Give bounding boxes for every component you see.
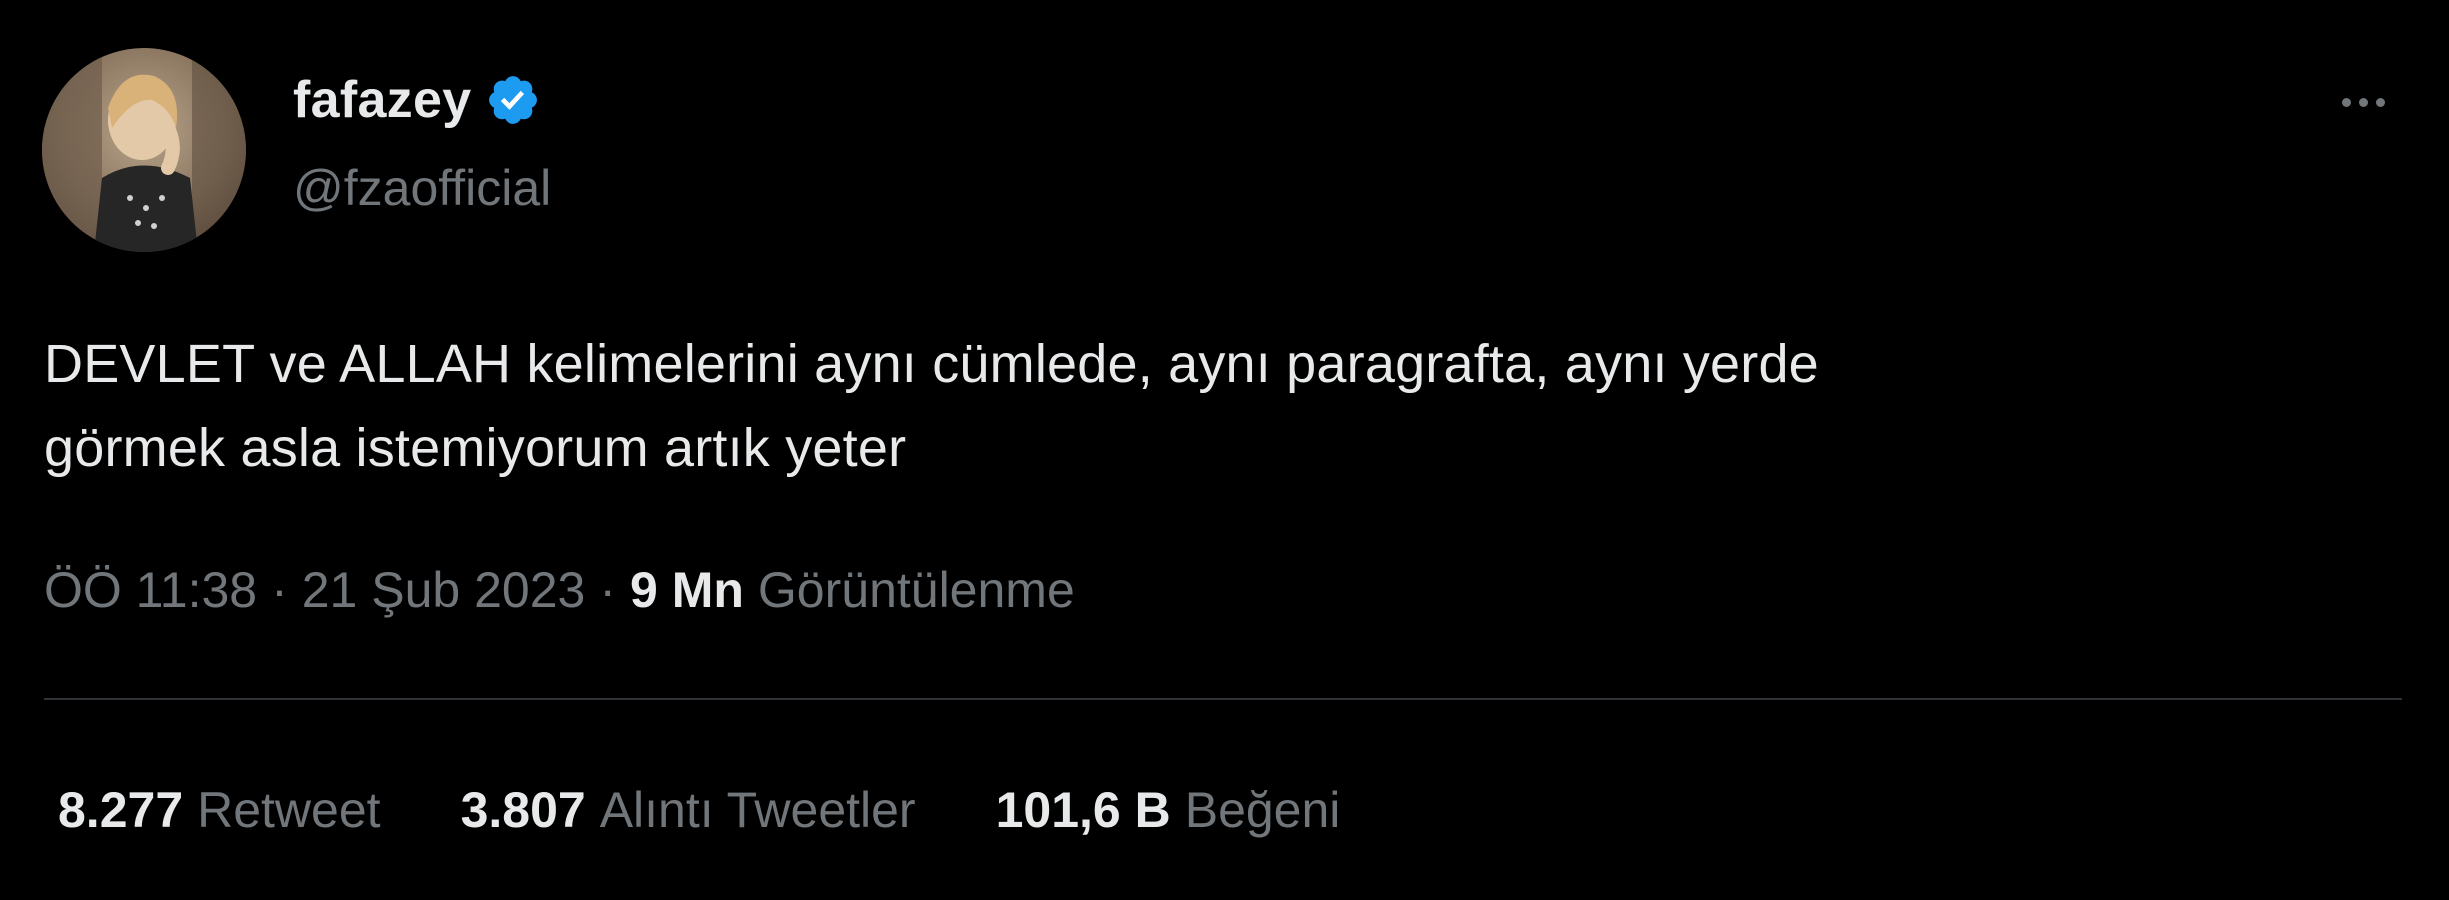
quote-tweet-label: Alıntı Tweetler [599, 782, 916, 838]
tweet-meta: ÖÖ 11:38 · 21 Şub 2023 · 9 Mn Görüntülen… [44, 555, 1075, 625]
views-label: Görüntülenme [757, 562, 1075, 618]
like-count: 101,6 B [995, 782, 1171, 838]
retweet-label: Retweet [197, 782, 381, 838]
tweet-date[interactable]: 21 Şub 2023 [302, 561, 586, 619]
meta-separator: · [271, 562, 288, 618]
engagement-stats: 8.277 Retweet 3.807 Alıntı Tweetler 101,… [58, 775, 1420, 845]
views-count: 9 Mn [630, 562, 744, 618]
more-horizontal-icon [2338, 97, 2389, 107]
tweet-card: fafazey @fzaofficial DEVLET ve ALLAH kel… [0, 0, 2449, 900]
meta-separator: · [599, 562, 616, 618]
tweet-text: DEVLET ve ALLAH kelimelerini aynı cümled… [44, 334, 1819, 478]
verified-badge-icon [485, 72, 541, 128]
retweet-count: 8.277 [58, 782, 184, 838]
avatar[interactable] [42, 48, 246, 252]
divider [44, 698, 2402, 700]
avatar-image [42, 48, 246, 252]
quote-tweets-stat[interactable]: 3.807 Alıntı Tweetler [461, 781, 916, 839]
likes-stat[interactable]: 101,6 B Beğeni [996, 781, 1341, 839]
author-name-row: fafazey [293, 70, 541, 130]
like-label: Beğeni [1184, 782, 1341, 838]
quote-tweet-count: 3.807 [460, 782, 586, 838]
tweet-time[interactable]: ÖÖ 11:38 [44, 561, 257, 619]
display-name[interactable]: fafazey [293, 70, 471, 130]
author-handle[interactable]: @fzaofficial [293, 158, 551, 218]
more-options-button[interactable] [2318, 74, 2408, 130]
retweets-stat[interactable]: 8.277 Retweet [58, 781, 381, 839]
